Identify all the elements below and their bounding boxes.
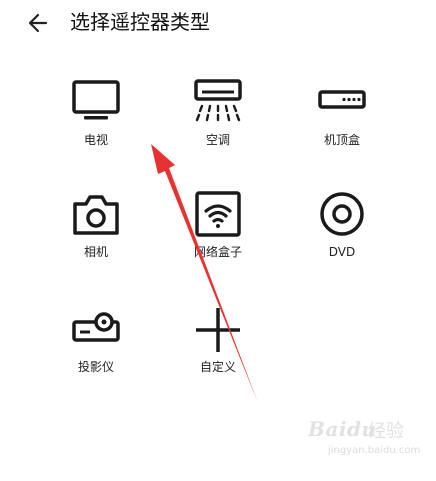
device-label: 投影仪 (77, 360, 114, 374)
air-conditioner-icon (193, 78, 243, 128)
device-tv[interactable]: 电视 (46, 78, 146, 168)
camera-icon (71, 190, 121, 240)
watermark-url: jingyan.baidu.com (328, 445, 421, 456)
device-type-grid: 电视 空调 机顶盒 相机 网络盒子 DVD 投影仪 自定义 (0, 0, 436, 481)
disc-icon (317, 190, 367, 240)
device-label: 自定义 (199, 360, 236, 374)
device-dvd[interactable]: DVD (292, 190, 392, 280)
device-network-box[interactable]: 网络盒子 (168, 190, 268, 280)
watermark-brand-cn: 经验 (368, 421, 404, 442)
tv-icon (71, 78, 121, 128)
watermark-brand: Baidu (308, 417, 377, 441)
wifi-box-icon (193, 190, 243, 240)
device-label: 机顶盒 (323, 133, 360, 147)
device-label: 电视 (83, 133, 108, 147)
device-projector[interactable]: 投影仪 (46, 305, 146, 395)
baidu-jingyan-watermark: Baidu 经验 jingyan.baidu.com (308, 411, 421, 471)
device-set-top-box[interactable]: 机顶盒 (292, 78, 392, 168)
projector-icon (71, 305, 121, 355)
device-custom[interactable]: 自定义 (168, 305, 268, 395)
device-camera[interactable]: 相机 (46, 190, 146, 280)
plus-icon (193, 305, 243, 355)
set-top-box-icon (317, 78, 367, 128)
device-air-conditioner[interactable]: 空调 (168, 78, 268, 168)
device-label: DVD (328, 245, 356, 259)
device-label: 网络盒子 (193, 245, 242, 259)
device-label: 相机 (83, 245, 108, 259)
device-label: 空调 (205, 133, 230, 147)
